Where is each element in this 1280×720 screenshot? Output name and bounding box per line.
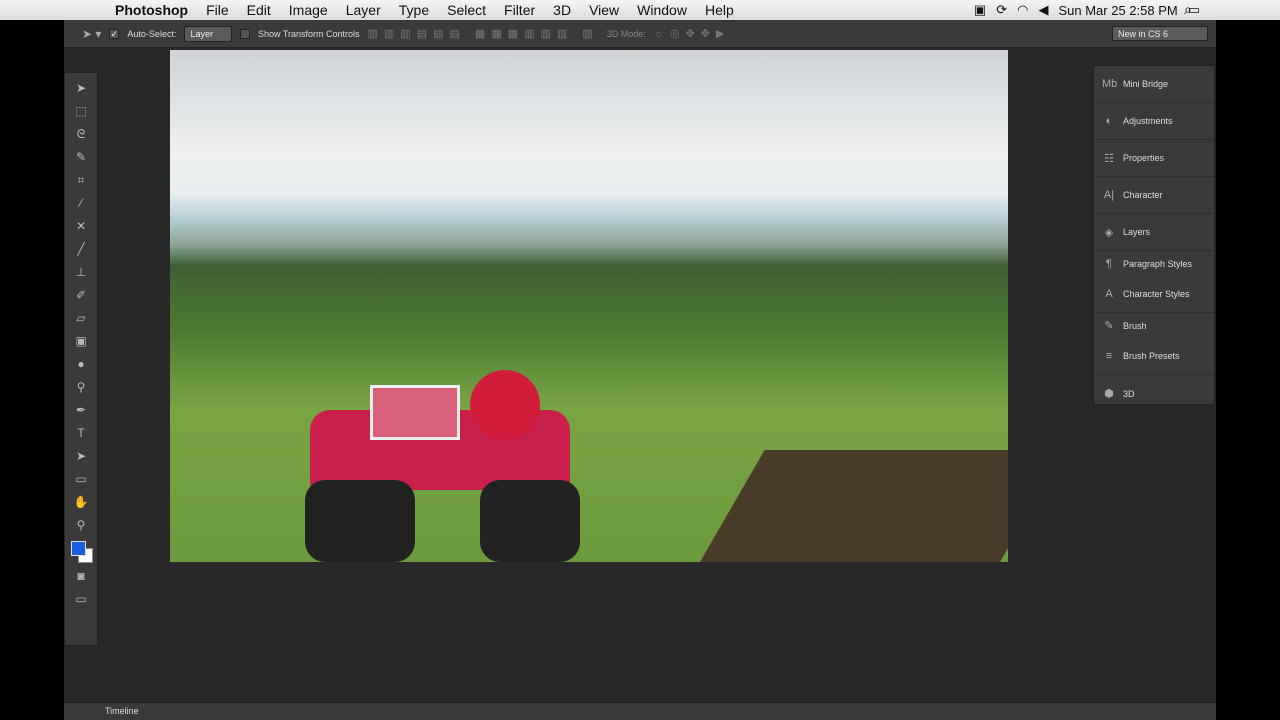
brush-icon: ✎ xyxy=(1104,320,1114,332)
workspace-switcher[interactable]: New in CS 6 xyxy=(1112,26,1208,41)
quick-select-tool-icon[interactable]: ✎ xyxy=(71,148,91,167)
adjustments-icon: ◐ xyxy=(1105,115,1113,127)
brush-presets-icon: ≡ xyxy=(1105,350,1113,362)
mini-bridge-icon: Mb xyxy=(1102,78,1118,90)
eyedropper-tool-icon[interactable]: ⁄ xyxy=(71,194,91,213)
character-icon: A| xyxy=(1103,189,1115,201)
show-transform-checkbox[interactable] xyxy=(239,28,250,39)
volume-icon[interactable]: ◀ xyxy=(1038,2,1048,18)
properties-icon: ☷ xyxy=(1104,152,1114,165)
pen-tool-icon[interactable]: ✒ xyxy=(71,401,91,420)
path-select-tool-icon[interactable]: ➤ xyxy=(71,447,91,466)
panel-label: Properties xyxy=(1123,153,1165,163)
hand-tool-icon[interactable]: ✋ xyxy=(71,493,91,512)
blur-tool-icon[interactable]: ● xyxy=(71,355,91,374)
brush-tool-icon[interactable]: ╱ xyxy=(71,240,91,259)
panel-brush[interactable]: ✎ Brush xyxy=(1094,313,1214,338)
panel-label: 3D xyxy=(1123,388,1135,399)
panel-label: Adjustments xyxy=(1123,116,1173,126)
menu-type[interactable]: Type xyxy=(390,2,438,18)
search-icon[interactable]: ⌕ xyxy=(1184,1,1192,18)
panel-adjustments[interactable]: ◐ Adjustments xyxy=(1094,103,1214,140)
character-styles-icon: A xyxy=(1105,288,1113,300)
panel-properties[interactable]: ☷ Properties xyxy=(1094,140,1214,177)
panel-character-styles[interactable]: A Character Styles xyxy=(1094,276,1214,313)
quick-mask-icon[interactable]: ◙ xyxy=(71,567,91,586)
move-tool-icon[interactable]: ➤ xyxy=(71,79,91,98)
panel-3d[interactable]: ⬢ 3D xyxy=(1094,375,1214,412)
type-tool-icon[interactable]: T xyxy=(71,424,91,443)
panel-mini-bridge[interactable]: Mb Mini Bridge xyxy=(1094,66,1214,103)
menu-edit[interactable]: Edit xyxy=(238,2,280,18)
wifi-icon[interactable]: ◠ xyxy=(1017,2,1028,18)
document-canvas[interactable] xyxy=(170,50,1008,562)
workspace: ➤ ▾ ✓ Auto-Select: Layer Show Transform … xyxy=(64,20,1216,720)
sync-icon[interactable]: ⟳ xyxy=(996,2,1007,18)
stamp-tool-icon[interactable]: ⊥ xyxy=(71,263,91,282)
3d-mode-label: 3D Mode: xyxy=(606,28,646,39)
layers-icon: ◈ xyxy=(1104,226,1114,239)
auto-select-label: Auto-Select: xyxy=(127,28,177,39)
panel-label: Layers xyxy=(1123,227,1151,237)
timeline-panel[interactable]: Timeline xyxy=(64,702,1216,720)
gradient-tool-icon[interactable]: ▣ xyxy=(71,332,91,351)
panel-layers[interactable]: ◈ Layers xyxy=(1094,214,1214,251)
collapsed-panels: Mb Mini Bridge ◐ Adjustments ☷ Properties A… xyxy=(1093,65,1215,405)
atv-image xyxy=(295,350,580,562)
3d-icon: ⬢ xyxy=(1104,388,1114,400)
move-tool-icon[interactable]: ➤ ▾ xyxy=(82,27,101,41)
tools-panel: ➤ ⬚ ᘓ ✎ ⌗ ⁄ ✕ ╱ ⊥ ✐ ▱ ▣ ● ⚲ ✒ T ➤ ▭ ✋ ⚲ … xyxy=(64,72,98,646)
panel-label: Mini Bridge xyxy=(1123,79,1169,89)
crop-tool-icon[interactable]: ⌗ xyxy=(71,171,91,190)
foreground-color[interactable] xyxy=(71,541,86,556)
timeline-tab[interactable]: Timeline xyxy=(105,706,139,716)
lasso-tool-icon[interactable]: ᘓ xyxy=(71,125,91,144)
marquee-tool-icon[interactable]: ⬚ xyxy=(71,102,91,121)
options-bar: ➤ ▾ ✓ Auto-Select: Layer Show Transform … xyxy=(64,20,1216,48)
menu-app[interactable]: Photoshop xyxy=(106,2,197,18)
screen-mode-icon[interactable]: ▭ xyxy=(71,590,91,609)
menu-layer[interactable]: Layer xyxy=(337,2,390,18)
panel-label: Character xyxy=(1123,190,1163,200)
eraser-tool-icon[interactable]: ▱ xyxy=(71,309,91,328)
panel-paragraph-styles[interactable]: ¶ Paragraph Styles xyxy=(1094,251,1214,276)
dodge-tool-icon[interactable]: ⚲ xyxy=(71,378,91,397)
menu-file[interactable]: File xyxy=(197,2,238,18)
paragraph-styles-icon: ¶ xyxy=(1106,257,1112,270)
menu-3d[interactable]: 3D xyxy=(544,2,580,18)
clock[interactable]: Sun Mar 25 2:58 PM xyxy=(1058,3,1177,18)
menu-image[interactable]: Image xyxy=(280,2,337,18)
menu-help[interactable]: Help xyxy=(696,2,743,18)
color-swatches[interactable] xyxy=(68,539,94,563)
panel-character[interactable]: A| Character xyxy=(1094,177,1214,214)
history-brush-tool-icon[interactable]: ✐ xyxy=(71,286,91,305)
menu-bar: Photoshop File Edit Image Layer Type Sel… xyxy=(0,0,1280,20)
panel-label: Brush xyxy=(1123,320,1147,331)
panel-label: Brush Presets xyxy=(1123,351,1180,361)
menu-filter[interactable]: Filter xyxy=(495,2,544,18)
ditch xyxy=(695,450,1008,562)
menu-select[interactable]: Select xyxy=(438,2,495,18)
panel-label: Paragraph Styles xyxy=(1123,258,1193,269)
menu-view[interactable]: View xyxy=(580,2,628,18)
menu-window[interactable]: Window xyxy=(628,2,696,18)
zoom-tool-icon[interactable]: ⚲ xyxy=(71,516,91,535)
healing-tool-icon[interactable]: ✕ xyxy=(71,217,91,236)
auto-select-dropdown[interactable]: Layer xyxy=(184,25,232,42)
panel-label: Character Styles xyxy=(1123,289,1190,299)
show-transform-label: Show Transform Controls xyxy=(257,28,360,39)
align-buttons-icon[interactable]: ▥▥▥▤▤▤ ▦▦▦▥▥▥ ▥ xyxy=(368,27,599,40)
panel-brush-presets[interactable]: ≡ Brush Presets xyxy=(1094,338,1214,375)
camera-icon[interactable]: ▣ xyxy=(974,2,986,18)
auto-select-checkbox[interactable]: ✓ xyxy=(109,28,120,39)
shape-tool-icon[interactable]: ▭ xyxy=(71,470,91,489)
3d-mode-icons[interactable]: ☼◎✥✥▶ xyxy=(654,27,731,40)
